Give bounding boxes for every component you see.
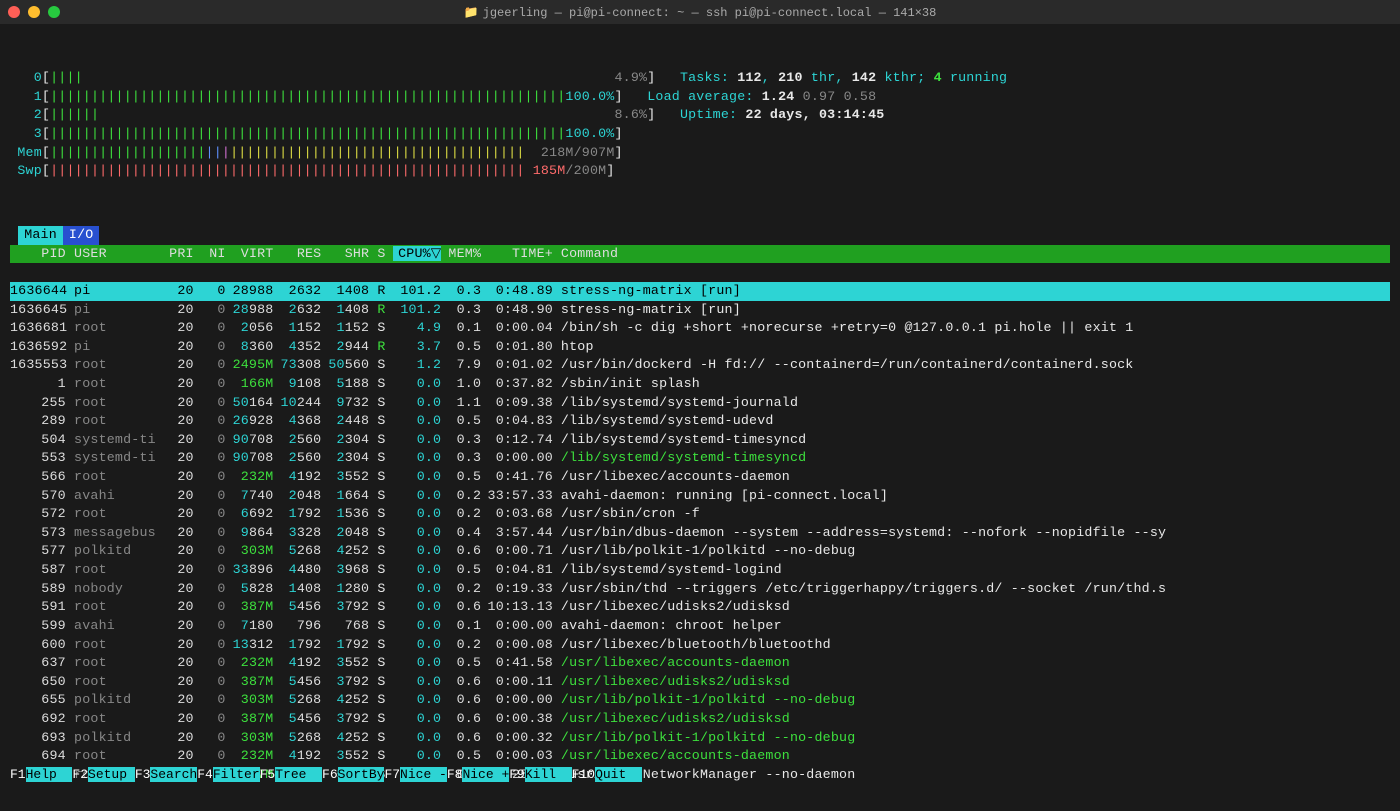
swp-total: 200M [574,163,607,178]
tasks-label: Tasks: [680,70,729,85]
table-row[interactable]: 637 root200232M41923552 S0.00.50:41.58/u… [10,654,1390,673]
table-row[interactable]: 655 polkitd200303M52684252 S0.00.60:00.0… [10,691,1390,710]
column-headers[interactable]: PID USERPRINIVIRTRESSHR SCPU%▽MEM%TIME+C… [10,245,1390,264]
thr-count: 210 [778,70,803,85]
fkey-F3-label[interactable]: Search [150,767,197,782]
hdr-pid[interactable]: PID [10,245,66,264]
table-row[interactable]: 566 root200232M41923552 S0.00.50:41.76/u… [10,468,1390,487]
table-row[interactable]: 692 root200387M54563792 S0.00.60:00.38/u… [10,710,1390,729]
table-row[interactable]: 1635553 root2002495M7330850560 S1.27.90:… [10,356,1390,375]
cpu1-label: 1 [10,88,42,107]
cpu1-pct: 100.0% [565,89,614,104]
fkey-F7-label[interactable]: Nice - [400,767,447,782]
swp-label: Swp [10,162,42,181]
table-row[interactable]: 573 messagebus200986433282048 S0.00.43:5… [10,524,1390,543]
fkey-F6-label[interactable]: SortBy [338,767,385,782]
table-row[interactable]: 589 nobody200582814081280 S0.00.20:19.33… [10,580,1390,599]
mem-total: 907M [582,145,615,160]
fkey-F8[interactable]: F8 [447,767,463,782]
uptime-label: Uptime: [680,107,737,122]
hdr-cpu[interactable]: CPU%▽ [393,245,441,264]
cpu2-label: 2 [10,106,42,125]
table-row[interactable]: 553 systemd-ti2009070825602304 S0.00.30:… [10,449,1390,468]
hdr-user[interactable]: USER [74,245,162,264]
fkey-F8-label[interactable]: Nice + [462,767,509,782]
tab-main[interactable]: Main [18,226,63,245]
hdr-time[interactable]: TIME+ [481,245,553,264]
table-row[interactable]: 570 avahi200774020481664 S0.00.233:57.33… [10,487,1390,506]
table-row[interactable]: 289 root2002692843682448 S0.00.50:04.83/… [10,412,1390,431]
table-row[interactable]: 504 systemd-ti2009070825602304 S0.00.30:… [10,431,1390,450]
hdr-ni[interactable]: NI [194,245,226,264]
running-count: 4 [934,70,942,85]
traffic-lights [8,6,60,18]
table-row[interactable]: 599 avahi2007180796768 S0.00.10:00.00ava… [10,617,1390,636]
cpu2-pct: 8.6% [614,107,647,122]
hdr-s[interactable]: S [377,245,393,264]
hdr-cmd[interactable]: Command [553,245,618,264]
hdr-virt[interactable]: VIRT [226,245,274,264]
table-row[interactable]: 600 root2001331217921792 S0.00.20:00.08/… [10,636,1390,655]
table-row[interactable]: 1 root200166M91085188 S0.01.00:37.82/sbi… [10,375,1390,394]
table-row[interactable]: 1636592 pi200836043522944 R3.70.50:01.80… [10,338,1390,357]
table-row[interactable]: 650 root200387M54563792 S0.00.60:00.11/u… [10,673,1390,692]
tabs: MainI/O [10,226,99,245]
maximize-button[interactable] [48,6,60,18]
table-row[interactable]: 1636681 root200205611521152 S4.90.10:00.… [10,319,1390,338]
hdr-mem[interactable]: MEM% [441,245,481,264]
cpu3-label: 3 [10,125,42,144]
fkey-F10[interactable]: F10 [572,767,595,782]
fkey-F1[interactable]: F1 [10,767,26,782]
process-list[interactable]: 1636644 pi2002898826321408 R101.20.30:48… [10,282,1390,784]
table-row[interactable]: 693 polkitd200303M52684252 S0.00.60:00.3… [10,729,1390,748]
table-row[interactable]: 1636645 pi2002898826321408 R101.20.30:48… [10,301,1390,320]
window-titlebar: 📁jgeerling — pi@pi-connect: ~ — ssh pi@p… [0,0,1400,24]
table-row[interactable]: 577 polkitd200303M52684252 S0.00.60:00.7… [10,542,1390,561]
table-row[interactable]: 1636644 pi2002898826321408 R101.20.30:48… [10,282,1390,301]
cpu0-label: 0 [10,69,42,88]
load1: 1.24 [762,89,795,104]
table-row[interactable]: 591 root200387M54563792 S0.00.610:13.13/… [10,598,1390,617]
hdr-res[interactable]: RES [273,245,321,264]
fkey-F1-label[interactable]: Help [26,767,73,782]
close-button[interactable] [8,6,20,18]
mem-label: Mem [10,144,42,163]
fkey-F10-label[interactable]: Quit [595,767,642,782]
fkey-F4-label[interactable]: Filter [213,767,260,782]
fkey-F6[interactable]: F6 [322,767,338,782]
fkey-F2[interactable]: F2 [72,767,88,782]
fkey-F2-label[interactable]: Setup [88,767,135,782]
tab-io[interactable]: I/O [63,226,100,245]
table-row[interactable]: 694 root200232M41923552 S0.00.50:00.03/u… [10,747,1390,766]
load2: 0.97 [803,89,836,104]
fkey-F7[interactable]: F7 [384,767,400,782]
mem-used: 218M [541,145,574,160]
fkey-F5[interactable]: F5 [260,767,276,782]
hdr-shr[interactable]: SHR [321,245,369,264]
cpu0-pct: 4.9% [614,70,647,85]
fkey-F9[interactable]: F9 [509,767,525,782]
uptime-value: 22 days, 03:14:45 [745,107,884,122]
cpu3-pct: 100.0% [565,126,614,141]
fkey-F9-label[interactable]: Kill [525,767,572,782]
load3: 0.58 [844,89,877,104]
cpu-meters: 0[|||| 4.9%] Tasks: 112, 210 thr, 142 kt… [10,51,1390,181]
table-row[interactable]: 587 root2003389644803968 S0.00.50:04.81/… [10,561,1390,580]
fkey-F3[interactable]: F3 [135,767,151,782]
swp-used: 185M [533,163,566,178]
folder-icon: 📁 [464,6,479,20]
kthr-count: 142 [852,70,877,85]
fkey-F4[interactable]: F4 [197,767,213,782]
minimize-button[interactable] [28,6,40,18]
hdr-pri[interactable]: PRI [162,245,194,264]
fkey-F5-label[interactable]: Tree [275,767,322,782]
table-row[interactable]: 572 root200669217921536 S0.00.20:03.68/u… [10,505,1390,524]
tasks-count: 112 [737,70,762,85]
window-title: 📁jgeerling — pi@pi-connect: ~ — ssh pi@p… [464,5,937,20]
terminal-content[interactable]: 0[|||| 4.9%] Tasks: 112, 210 thr, 142 kt… [0,24,1400,811]
load-label: Load average: [647,89,753,104]
table-row[interactable]: 255 root20050164102449732 S0.01.10:09.38… [10,394,1390,413]
function-keys: F1Help F2Setup F3SearchF4FilterF5Tree F6… [10,767,1390,782]
